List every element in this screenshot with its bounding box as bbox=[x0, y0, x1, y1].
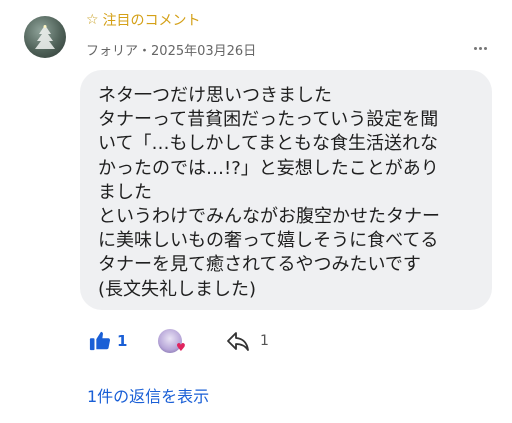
more-options-icon[interactable] bbox=[474, 40, 490, 56]
heart-icon: ♥ bbox=[176, 341, 186, 354]
comment-bubble: ネタ一つだけ思いつきました タナーって昔貧困だったっていう設定を聞 いて「…もし… bbox=[80, 70, 492, 310]
author-name[interactable]: フォリア bbox=[86, 44, 138, 59]
comment-line: に美味しいもの奢って嬉しそうに食べてる bbox=[98, 230, 439, 252]
comment-line: ました bbox=[98, 181, 152, 203]
comment-meta: フォリア・2025年03月26日 bbox=[86, 40, 256, 59]
meta-separator: ・ bbox=[138, 44, 152, 59]
comment-line: タナーって昔貧困だったっていう設定を聞 bbox=[98, 109, 439, 131]
comment-line: (長文失礼しました) bbox=[98, 278, 257, 300]
comment-line: タナーを見て癒されてるやつみたいです bbox=[98, 254, 421, 276]
author-avatar[interactable] bbox=[24, 16, 66, 58]
share-icon[interactable] bbox=[226, 330, 250, 352]
comment-line: というわけでみんながお腹空かせたタナー bbox=[98, 206, 440, 228]
christmas-tree-icon bbox=[35, 25, 55, 49]
comment-line: かったのでは…!?」と妄想したことがあり bbox=[98, 157, 439, 179]
comment-date: 2025年03月26日 bbox=[151, 44, 257, 59]
share-count: 1 bbox=[260, 333, 269, 349]
comment-line: ネタ一つだけ思いつきました bbox=[98, 85, 332, 106]
thumbs-up-icon[interactable] bbox=[89, 330, 111, 352]
comment-line: いて「…もしかしてまともな食生活送れな bbox=[98, 133, 439, 155]
like-count: 1 bbox=[117, 332, 128, 350]
star-icon: ☆ bbox=[86, 12, 99, 28]
show-replies-link[interactable]: 1件の返信を表示 bbox=[87, 383, 209, 407]
featured-comment-label: ☆ 注目のコメント bbox=[86, 12, 201, 29]
comment-actions: 1 ♥ 1 bbox=[0, 325, 512, 357]
